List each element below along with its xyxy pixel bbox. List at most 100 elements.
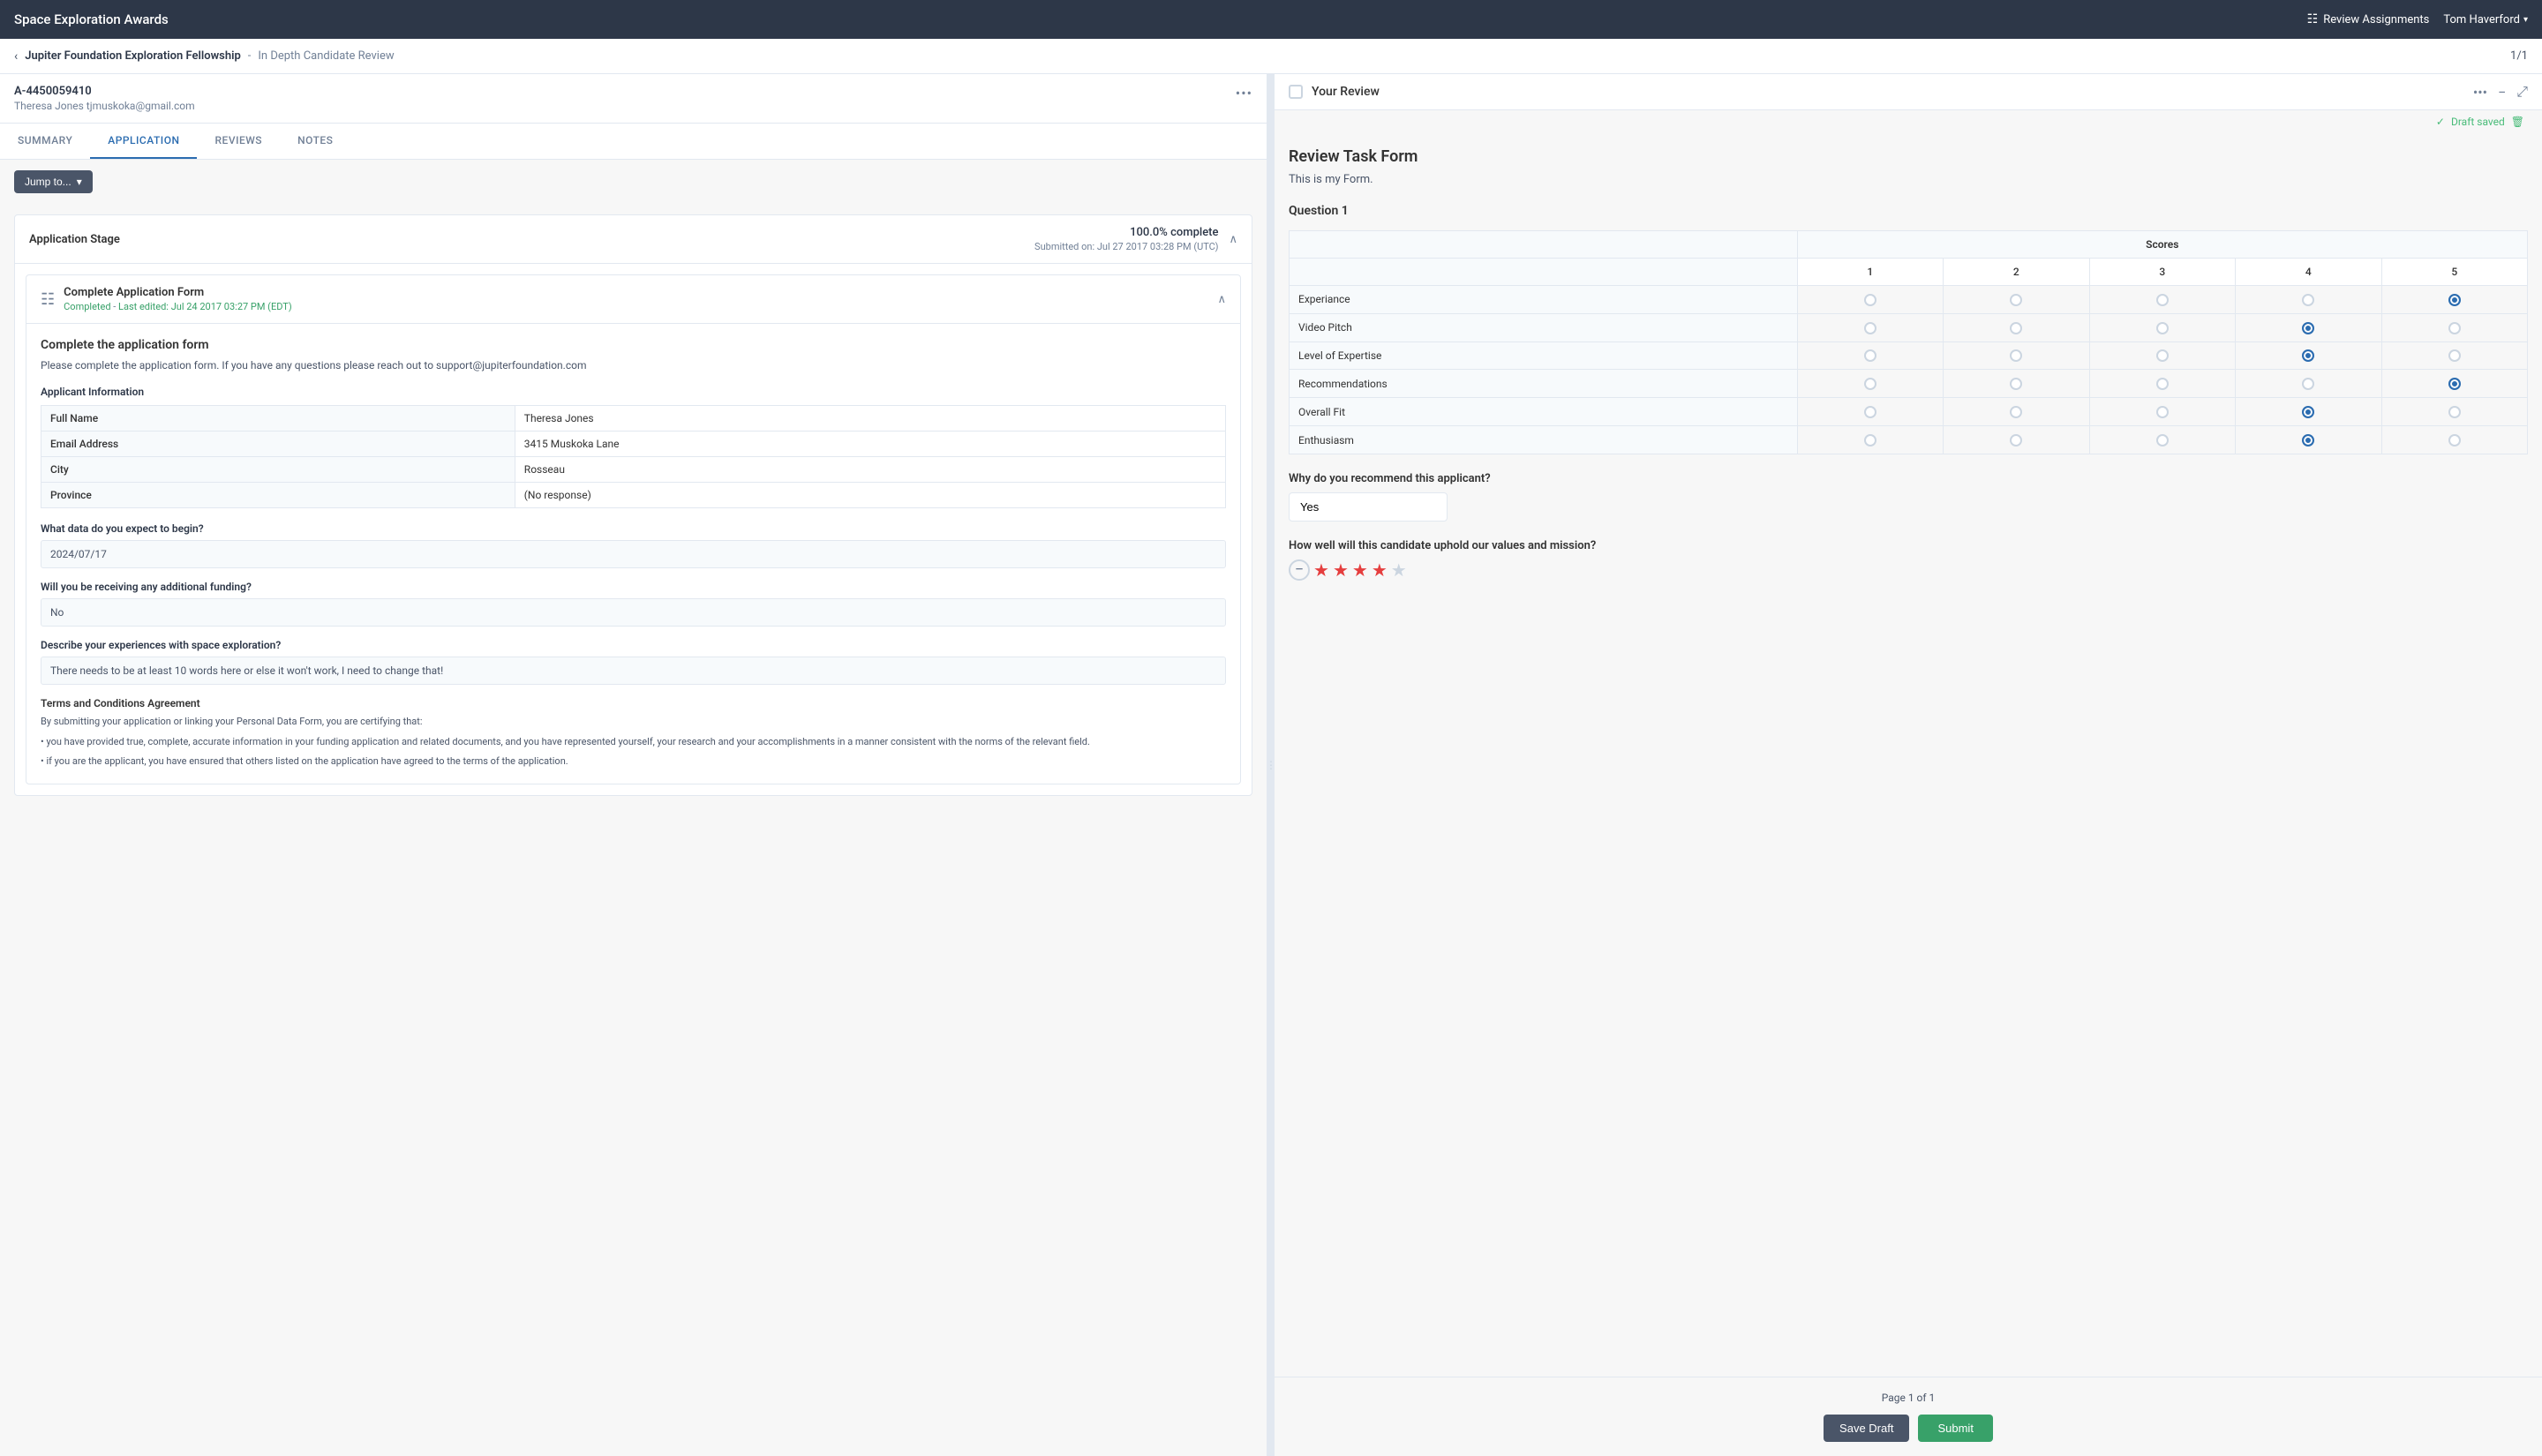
recommend-question: Why do you recommend this applicant? xyxy=(1289,472,2528,522)
tabs: SUMMARY APPLICATION REVIEWS NOTES xyxy=(0,124,1267,160)
radio-3[interactable] xyxy=(2156,294,2169,306)
expand-button[interactable]: ⤢ xyxy=(2516,83,2528,101)
field-value: Theresa Jones xyxy=(515,406,1225,432)
back-button[interactable]: ‹ xyxy=(14,49,18,64)
field-value: 3415 Muskoka Lane xyxy=(515,432,1225,457)
form-toggle-icon[interactable]: ∧ xyxy=(1217,293,1226,306)
radio-4[interactable] xyxy=(2302,406,2314,418)
radio-2[interactable] xyxy=(2010,434,2022,447)
radio-3[interactable] xyxy=(2156,322,2169,334)
radio-4[interactable] xyxy=(2302,294,2314,306)
score-cell-2 xyxy=(1944,313,2089,341)
scores-empty-header xyxy=(1290,231,1798,259)
question-label: What data do you expect to begin? xyxy=(41,522,1226,535)
score-cell-4 xyxy=(2236,398,2381,426)
radio-5[interactable] xyxy=(2448,406,2461,418)
star-4[interactable]: ★ xyxy=(1372,559,1388,581)
stage-submitted: Submitted on: Jul 27 2017 03:28 PM (UTC) xyxy=(1034,241,1218,252)
review-checkbox[interactable] xyxy=(1289,85,1303,99)
radio-1[interactable] xyxy=(1864,378,1876,390)
tab-reviews[interactable]: REVIEWS xyxy=(197,124,280,159)
radio-1[interactable] xyxy=(1864,294,1876,306)
score-cell-3 xyxy=(2089,398,2235,426)
form-footer: Page 1 of 1 Save Draft Submit xyxy=(1275,1377,2542,1456)
applicant-menu-button[interactable]: ••• xyxy=(1236,85,1252,101)
radio-5[interactable] xyxy=(2448,378,2461,390)
score-cell-4 xyxy=(2236,341,2381,370)
applicant-email-val: tjmuskoka@gmail.com xyxy=(86,100,195,112)
recommend-label: Why do you recommend this applicant? xyxy=(1289,472,2528,485)
review-form-title: Review Task Form xyxy=(1289,147,2528,166)
radio-2[interactable] xyxy=(2010,322,2022,334)
form-title: Complete Application Form xyxy=(64,286,292,299)
score-cell-1 xyxy=(1797,286,1943,314)
radio-1[interactable] xyxy=(1864,349,1876,362)
form-description: Please complete the application form. If… xyxy=(41,359,1226,372)
radio-3[interactable] xyxy=(2156,434,2169,447)
radio-5[interactable] xyxy=(2448,294,2461,306)
terms-bullet: • you have provided true, complete, accu… xyxy=(41,735,1226,750)
star-minus-button[interactable]: − xyxy=(1289,559,1310,581)
radio-2[interactable] xyxy=(2010,406,2022,418)
panel-divider[interactable]: ⋮ xyxy=(1267,74,1275,1456)
tab-application[interactable]: APPLICATION xyxy=(90,124,197,159)
radio-5[interactable] xyxy=(2448,434,2461,447)
radio-1[interactable] xyxy=(1864,322,1876,334)
radio-1[interactable] xyxy=(1864,406,1876,418)
score-cell-2 xyxy=(1944,286,2089,314)
stage-label: In Depth Candidate Review xyxy=(258,49,394,63)
score-row: Recommendations xyxy=(1290,370,2528,398)
applicant-name-email: Theresa Jones tjmuskoka@gmail.com xyxy=(14,100,195,112)
score-cell-2 xyxy=(1944,370,2089,398)
review-more-button[interactable]: ••• xyxy=(2473,84,2487,101)
score-cell-2 xyxy=(1944,398,2089,426)
radio-1[interactable] xyxy=(1864,434,1876,447)
submit-button[interactable]: Submit xyxy=(1918,1415,1992,1442)
radio-4[interactable] xyxy=(2302,349,2314,362)
review-header-left: Your Review xyxy=(1289,85,1380,99)
jump-to-label: Jump to... xyxy=(25,176,71,188)
save-draft-button[interactable]: Save Draft xyxy=(1824,1415,1909,1442)
stage-toggle-icon[interactable]: ∧ xyxy=(1229,233,1237,246)
radio-2[interactable] xyxy=(2010,378,2022,390)
radio-3[interactable] xyxy=(2156,406,2169,418)
criteria-label: Video Pitch xyxy=(1290,313,1798,341)
user-menu[interactable]: Tom Haverford ▾ xyxy=(2443,13,2528,26)
question-label: Will you be receiving any additional fun… xyxy=(41,581,1226,593)
star-3[interactable]: ★ xyxy=(1352,559,1368,581)
radio-3[interactable] xyxy=(2156,378,2169,390)
info-row: Email Address3415 Muskoka Lane xyxy=(41,432,1226,457)
applicant-info: A-4450059410 Theresa Jones tjmuskoka@gma… xyxy=(14,85,195,112)
breadcrumb-dash: - xyxy=(248,49,252,63)
footer-buttons: Save Draft Submit xyxy=(1824,1415,1993,1442)
tab-notes[interactable]: NOTES xyxy=(280,124,350,159)
applicant-info-table: Full NameTheresa JonesEmail Address3415 … xyxy=(41,405,1226,508)
trash-icon[interactable]: 🗑 xyxy=(2511,116,2524,128)
star-1[interactable]: ★ xyxy=(1313,559,1329,581)
radio-3[interactable] xyxy=(2156,349,2169,362)
score-col-3: 3 xyxy=(2089,259,2235,286)
score-cell-3 xyxy=(2089,286,2235,314)
review-assignments-link[interactable]: ☷ Review Assignments xyxy=(2307,12,2430,26)
radio-2[interactable] xyxy=(2010,294,2022,306)
radio-4[interactable] xyxy=(2302,322,2314,334)
star-5[interactable]: ★ xyxy=(1391,559,1407,581)
tab-summary[interactable]: SUMMARY xyxy=(0,124,90,159)
radio-2[interactable] xyxy=(2010,349,2022,362)
recommend-input[interactable] xyxy=(1289,492,1448,522)
score-cell-4 xyxy=(2236,286,2381,314)
score-cell-5 xyxy=(2381,341,2528,370)
star-2[interactable]: ★ xyxy=(1333,559,1349,581)
jump-to-button[interactable]: Jump to... ▾ xyxy=(14,170,93,193)
top-nav: Space Exploration Awards ☷ Review Assign… xyxy=(0,0,2542,39)
radio-4[interactable] xyxy=(2302,378,2314,390)
score-col-4: 4 xyxy=(2236,259,2381,286)
minimize-button[interactable]: − xyxy=(2498,84,2506,101)
terms-section: Terms and Conditions Agreement By submit… xyxy=(41,697,1226,769)
score-col-5: 5 xyxy=(2381,259,2528,286)
score-table: Scores 1 2 3 4 5 Experiance xyxy=(1289,230,2528,454)
radio-5[interactable] xyxy=(2448,349,2461,362)
radio-5[interactable] xyxy=(2448,322,2461,334)
radio-4[interactable] xyxy=(2302,434,2314,447)
score-cell-1 xyxy=(1797,313,1943,341)
